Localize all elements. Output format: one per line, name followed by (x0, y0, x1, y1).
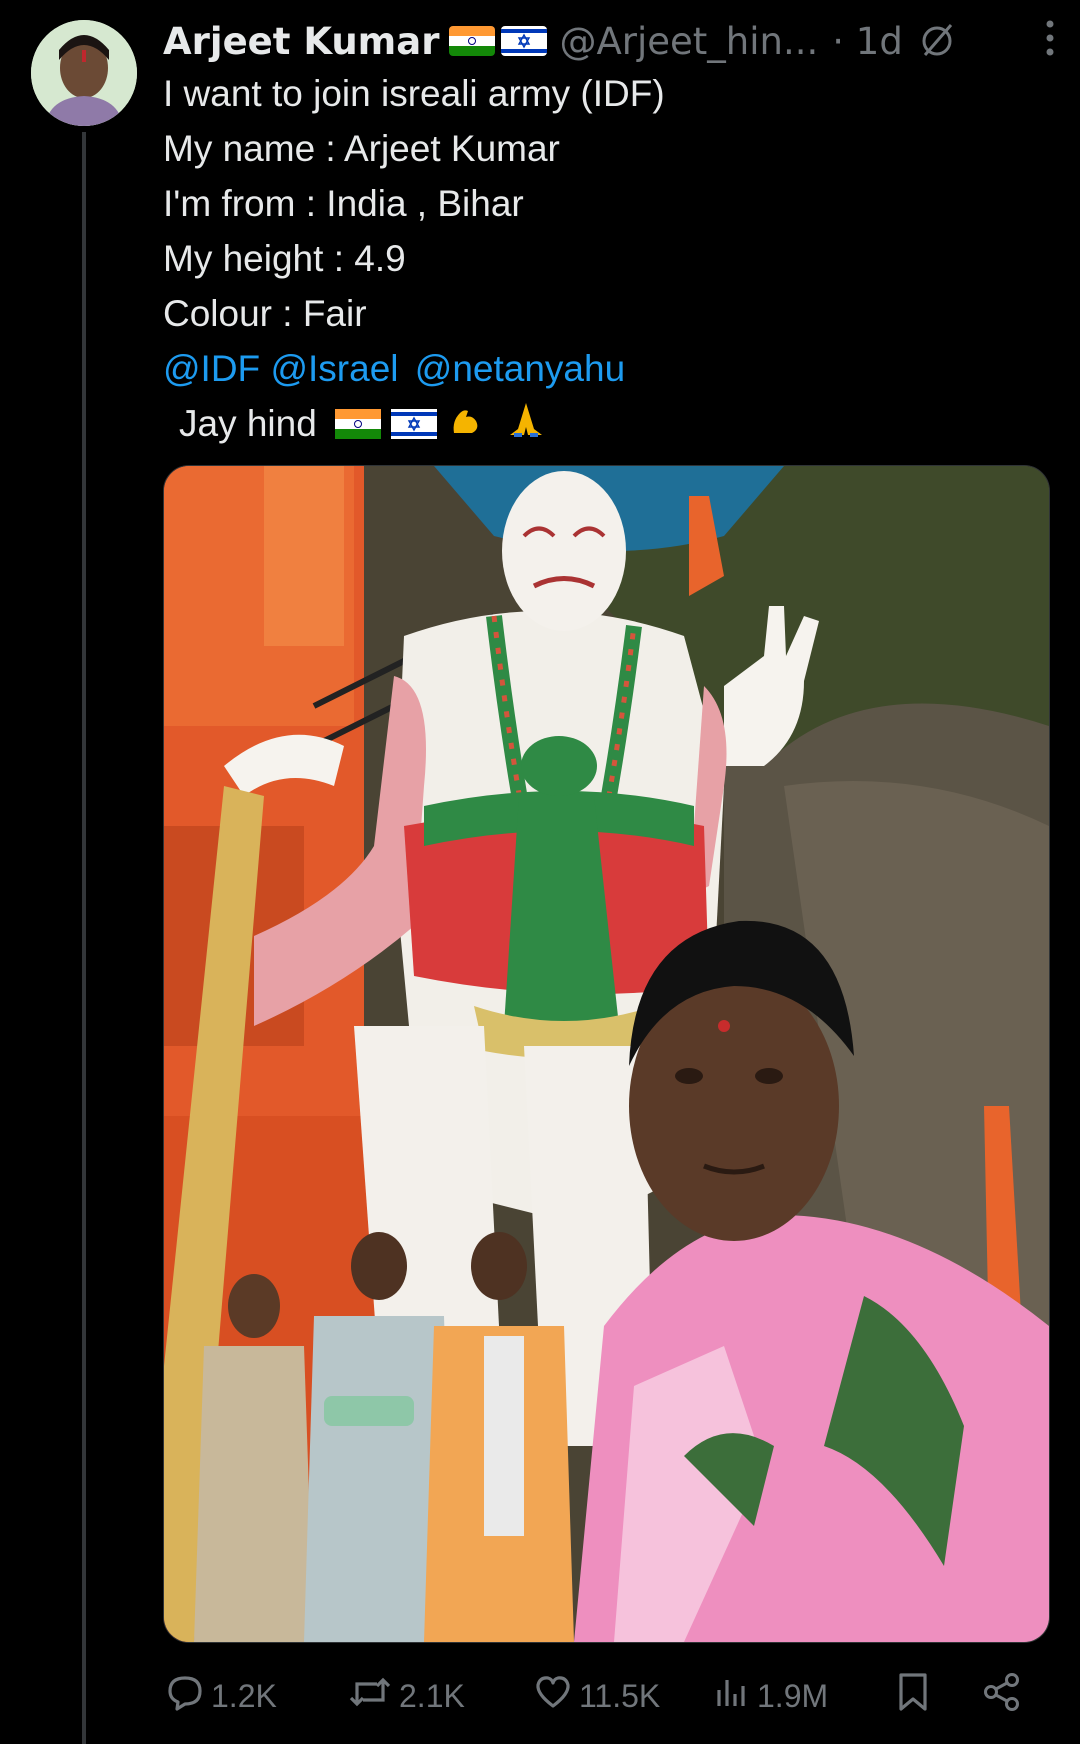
like-icon (533, 1672, 579, 1720)
mention-link[interactable]: @IDF (163, 348, 260, 389)
views-count: 1.9M (757, 1677, 829, 1714)
user-handle[interactable]: @Arjeet_hin... (559, 20, 818, 63)
timestamp[interactable]: · 1d (832, 20, 903, 63)
retweet-icon (347, 1672, 399, 1720)
more-icon[interactable] (1044, 18, 1056, 58)
israel-flag-icon (501, 26, 548, 56)
mention-link[interactable]: @Israel (270, 348, 398, 389)
tweet-line: My height : 4.9 (163, 238, 406, 279)
india-flag-icon (335, 399, 382, 454)
closing-text: Jay hind (179, 403, 317, 444)
tweet-text: I want to join isreali army (IDF) My nam… (163, 66, 1043, 451)
india-flag-icon (449, 26, 496, 56)
israel-flag-icon (391, 399, 438, 454)
folded-hands-icon (506, 399, 546, 454)
bookmark-button[interactable] (893, 1668, 939, 1724)
mention-link[interactable]: @netanyahu (415, 348, 625, 389)
bookmark-icon (893, 1671, 939, 1721)
display-name[interactable]: Arjeet Kumar (163, 20, 439, 63)
tweet-image[interactable] (163, 465, 1050, 1643)
reply-count: 1.2K (211, 1677, 277, 1714)
reply-button[interactable]: 1.2K (165, 1668, 277, 1724)
thread-line (82, 132, 86, 1744)
flexed-biceps-icon (448, 399, 484, 454)
tweet-line: Colour : Fair (163, 293, 367, 334)
share-button[interactable] (981, 1668, 1029, 1724)
reply-icon (165, 1672, 211, 1720)
tweet-line: I want to join isreali army (IDF) (163, 73, 665, 114)
grok-icon[interactable] (917, 21, 957, 61)
tweet-line: I'm from : India , Bihar (163, 183, 524, 224)
retweet-count: 2.1K (399, 1677, 465, 1714)
share-icon (981, 1671, 1029, 1721)
views-button[interactable]: 1.9M (711, 1668, 828, 1724)
like-count: 11.5K (579, 1677, 661, 1714)
avatar[interactable] (31, 20, 137, 126)
tweet-header: Arjeet Kumar @Arjeet_hin... · 1d (163, 14, 1060, 68)
tweet-line: My name : Arjeet Kumar (163, 128, 560, 169)
action-bar: 1.2K 2.1K 11.5K 1.9M (163, 1668, 1043, 1724)
retweet-button[interactable]: 2.1K (347, 1668, 465, 1724)
closing-line: Jay hind (163, 396, 1043, 451)
mentions-line: @IDF @Israel @netanyahu (163, 341, 1043, 396)
like-button[interactable]: 11.5K (533, 1668, 660, 1724)
views-icon (711, 1672, 757, 1720)
